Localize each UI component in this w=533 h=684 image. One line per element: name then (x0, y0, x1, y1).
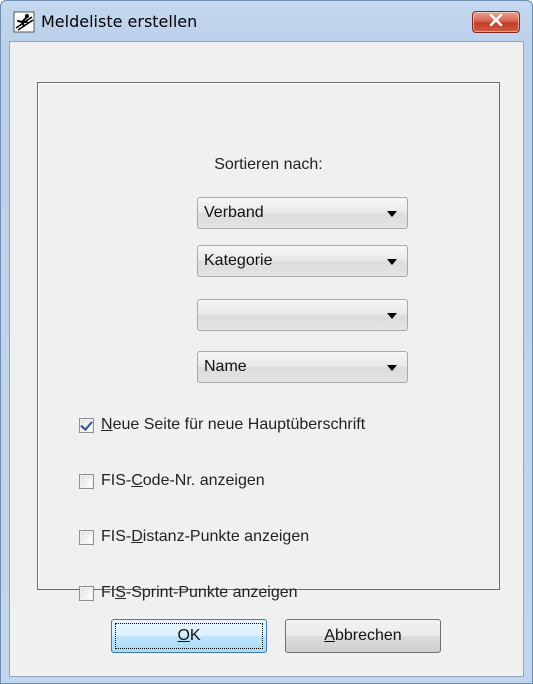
focus-ring (115, 623, 263, 649)
checkbox-fis-sprint[interactable] (79, 585, 94, 601)
dialog-client-area: Sortieren nach: Verband Kategorie Name N… (9, 41, 524, 677)
cancel-button[interactable]: Abbrechen (285, 619, 441, 653)
close-button[interactable] (472, 11, 520, 33)
combo-value: Verband (204, 204, 264, 221)
ski-jumper-icon (13, 11, 35, 33)
title-bar[interactable]: Meldeliste erstellen (1, 1, 532, 41)
option-new-page[interactable]: Neue Seite für neue Hauptüberschrift (79, 413, 365, 437)
option-label: FIS-Sprint-Punkte anzeigen (101, 584, 298, 601)
option-fis-sprint[interactable]: FIS-Sprint-Punkte anzeigen (79, 581, 298, 605)
option-label: FIS-Distanz-Punkte anzeigen (101, 528, 310, 545)
cancel-button-label: Abbrechen (324, 627, 402, 644)
chevron-down-icon (387, 211, 397, 217)
checkbox-fis-distance[interactable] (79, 529, 94, 545)
checkbox-fis-code[interactable] (79, 473, 94, 489)
combo-value: Kategorie (204, 252, 273, 269)
chevron-down-icon (387, 313, 397, 319)
sort-by-label: Sortieren nach: (214, 156, 323, 173)
option-label: FIS-Code-Nr. anzeigen (101, 472, 265, 489)
sort-combo-4[interactable]: Name (197, 351, 408, 383)
chevron-down-icon (387, 365, 397, 371)
option-label: Neue Seite für neue Hauptüberschrift (101, 416, 366, 433)
option-fis-distance[interactable]: FIS-Distanz-Punkte anzeigen (79, 525, 309, 549)
sort-combo-1[interactable]: Verband (197, 197, 408, 229)
chevron-down-icon (387, 259, 397, 265)
ok-button[interactable]: OK (111, 619, 267, 653)
close-icon (489, 13, 503, 31)
options-group-box: Sortieren nach: Verband Kategorie Name N… (37, 82, 500, 601)
combo-value: Name (204, 358, 247, 375)
option-fis-code[interactable]: FIS-Code-Nr. anzeigen (79, 469, 265, 493)
sort-combo-2[interactable]: Kategorie (197, 245, 408, 277)
dialog-window: Meldeliste erstellen Sortieren nach: Ver… (0, 0, 533, 684)
checkbox-new-page[interactable] (79, 417, 94, 433)
sort-combo-3[interactable] (197, 299, 408, 331)
window-title: Meldeliste erstellen (41, 12, 198, 31)
